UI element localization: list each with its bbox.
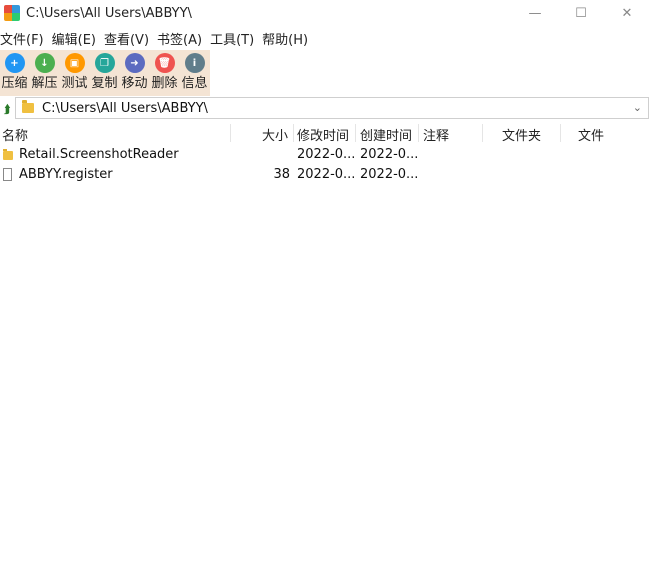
up-folder-icon[interactable]: ⮭	[0, 97, 14, 121]
folder-icon	[22, 100, 34, 113]
address-path: C:\Users\All Users\ABBYY\	[42, 100, 208, 116]
menu-edit[interactable]: 编辑(E)	[52, 29, 100, 48]
column-files[interactable]: 文件	[578, 125, 604, 144]
column-comment[interactable]: 注释	[423, 125, 449, 144]
row-name: Retail.ScreenshotReader	[19, 147, 179, 162]
column-modified[interactable]: 修改时间	[297, 125, 349, 144]
test-button[interactable]: ▣ 测试	[60, 50, 89, 92]
toolbar: + 压缩 ↓ 解压 ▣ 测试 ❐ 复制 ➜ 移动 🗑 删除 i 信息	[0, 50, 210, 96]
row-created: 2022-0...	[360, 167, 419, 182]
title-bar: C:\Users\All Users\ABBYY\ — ☐ ✕	[0, 0, 650, 26]
extract-icon: ↓	[34, 53, 55, 73]
copy-button[interactable]: ❐ 复制	[90, 50, 119, 92]
column-created[interactable]: 创建时间	[360, 125, 412, 144]
close-button[interactable]: ✕	[604, 0, 650, 26]
info-label: 信息	[181, 76, 208, 91]
column-name[interactable]: 名称	[2, 125, 28, 144]
move-button[interactable]: ➜ 移动	[120, 50, 149, 92]
column-folders[interactable]: 文件夹	[502, 125, 541, 144]
info-icon: i	[184, 53, 205, 73]
file-icon	[3, 168, 12, 181]
window-title: C:\Users\All Users\ABBYY\	[26, 5, 192, 21]
address-bar: ⮭ C:\Users\All Users\ABBYY\ ⌄	[0, 97, 650, 121]
row-modified: 2022-0...	[297, 147, 356, 162]
menu-help[interactable]: 帮助(H)	[262, 29, 312, 48]
info-button[interactable]: i 信息	[180, 50, 209, 92]
compress-label: 压缩	[1, 76, 28, 91]
menu-bookmarks[interactable]: 书签(A)	[157, 29, 206, 48]
maximize-button[interactable]: ☐	[558, 0, 604, 26]
test-label: 测试	[61, 76, 88, 91]
window-controls: — ☐ ✕	[512, 0, 650, 26]
delete-icon: 🗑	[154, 53, 175, 73]
copy-icon: ❐	[94, 53, 115, 73]
move-label: 移动	[121, 76, 148, 91]
row-created: 2022-0...	[360, 147, 419, 162]
address-field[interactable]: C:\Users\All Users\ABBYY\ ⌄	[15, 97, 649, 119]
row-name: ABBYY.register	[19, 167, 113, 182]
table-row[interactable]: Retail.ScreenshotReader 2022-0... 2022-0…	[0, 145, 650, 165]
table-row[interactable]: ABBYY.register 38 2022-0... 2022-0...	[0, 165, 650, 185]
minimize-button[interactable]: —	[512, 0, 558, 26]
row-size: 38	[273, 167, 290, 182]
menu-view[interactable]: 查看(V)	[104, 29, 153, 48]
row-modified: 2022-0...	[297, 167, 356, 182]
column-header: 名称 大小 修改时间 创建时间 注释 文件夹 文件	[0, 122, 650, 144]
folder-icon	[3, 149, 13, 160]
menu-file[interactable]: 文件(F)	[0, 29, 48, 48]
move-icon: ➜	[124, 53, 145, 73]
column-size[interactable]: 大小	[262, 125, 288, 144]
menu-bar: 文件(F) 编辑(E) 查看(V) 书签(A) 工具(T) 帮助(H)	[0, 27, 650, 49]
chevron-down-icon[interactable]: ⌄	[633, 101, 642, 114]
extract-button[interactable]: ↓ 解压	[30, 50, 59, 92]
app-icon	[4, 5, 20, 21]
extract-label: 解压	[31, 76, 58, 91]
compress-button[interactable]: + 压缩	[0, 50, 29, 92]
delete-button[interactable]: 🗑 删除	[150, 50, 179, 92]
test-icon: ▣	[64, 53, 85, 73]
copy-label: 复制	[91, 76, 118, 91]
compress-icon: +	[4, 53, 25, 73]
delete-label: 删除	[151, 76, 178, 91]
menu-tools[interactable]: 工具(T)	[210, 29, 258, 48]
